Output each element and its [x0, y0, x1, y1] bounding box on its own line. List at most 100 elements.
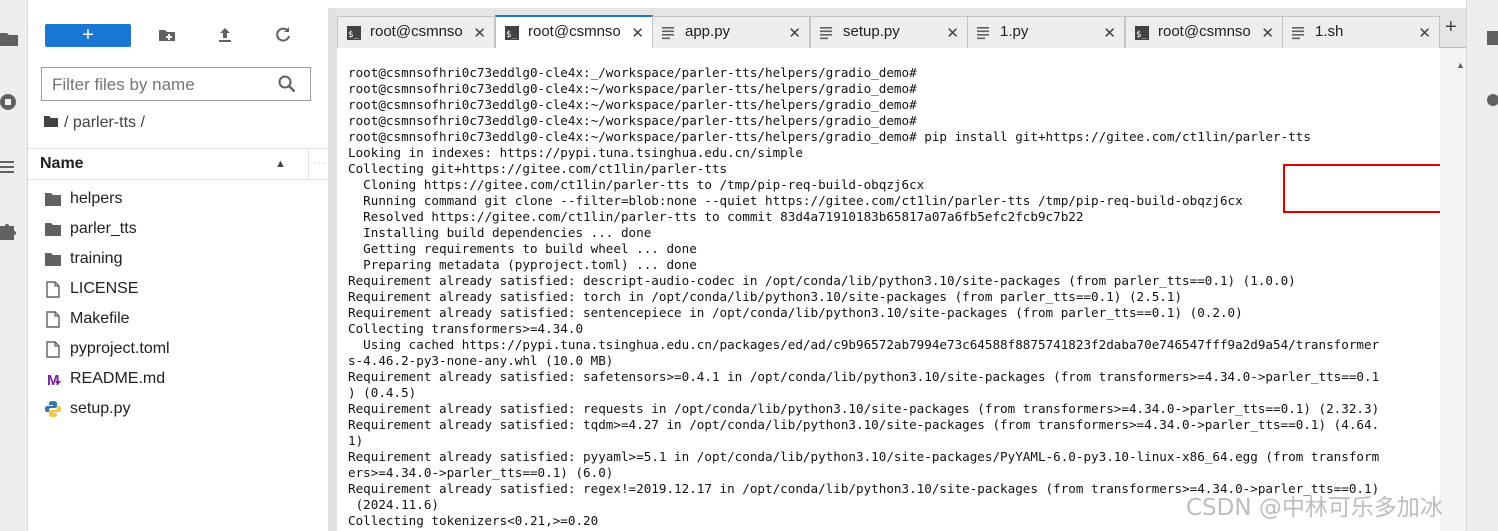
svg-text:$_: $_ [348, 30, 359, 40]
folder-icon [44, 220, 62, 238]
file-name: pyproject.toml [70, 340, 170, 357]
tab-4[interactable]: 1.py ✕ [967, 16, 1125, 48]
list-icon[interactable] [0, 158, 18, 178]
tab-3[interactable]: setup.py ✕ [810, 16, 968, 48]
extension-icon[interactable] [0, 222, 18, 242]
terminal-line: root@csmnsofhri0c73eddlg0-cle4x:~/worksp… [348, 97, 917, 112]
tab-0[interactable]: $_ root@csmnso ✕ [337, 16, 495, 48]
file-list-item[interactable]: M README.md [28, 364, 328, 394]
svg-text:$_: $_ [506, 30, 517, 40]
file-name: parler_tts [70, 220, 137, 237]
folder-icon[interactable] [0, 30, 18, 50]
highlight-box [1283, 164, 1440, 213]
svg-text:$_: $_ [1136, 30, 1147, 40]
tab-2[interactable]: app.py ✕ [652, 16, 810, 48]
file-list-item[interactable]: parler_tts [28, 214, 328, 244]
file-list-item[interactable]: training [28, 244, 328, 274]
file-list: helpers parler_tts training LICENSE Makefile… [28, 184, 328, 424]
sort-ascending-icon[interactable]: ▲ [275, 158, 286, 170]
tab-label: root@csmnso [528, 23, 621, 40]
file-name: Makefile [70, 310, 130, 327]
upload-icon[interactable] [216, 26, 234, 44]
file-name: training [70, 250, 123, 267]
terminal-line: Looking in indexes: https://pypi.tuna.ts… [348, 145, 803, 160]
file-list-item[interactable]: helpers [28, 184, 328, 214]
terminal-line: Requirement already satisfied: requests … [348, 401, 1380, 416]
terminal-line: root@csmnsofhri0c73eddlg0-cle4x:~/worksp… [348, 113, 917, 128]
tab-label: app.py [685, 23, 731, 40]
terminal-line: 1) [348, 433, 364, 448]
terminal-line: Requirement already satisfied: descript-… [348, 273, 1296, 288]
terminal-line: Cloning https://gitee.com/ct1lin/parler-… [348, 177, 925, 192]
running-icon[interactable] [0, 92, 18, 112]
watermark: CSDN @中林可乐多加冰 [1186, 495, 1443, 521]
folder-icon [44, 250, 62, 268]
file-browser: + / parler-tts / Name ▲ ··· helpers parle… [28, 8, 328, 531]
scroll-up-icon[interactable]: ▲ [1456, 60, 1465, 70]
terminal-line: root@csmnsofhri0c73eddlg0-cle4x:~/worksp… [348, 81, 917, 96]
column-more-icon[interactable]: ··· [308, 149, 329, 179]
file-list-item[interactable]: Makefile [28, 304, 328, 334]
file-name: setup.py [70, 400, 131, 417]
tab-label: root@csmnso [1158, 23, 1251, 40]
property-inspector-icon[interactable] [1487, 30, 1498, 51]
panel-divider[interactable] [328, 8, 337, 531]
file-list-item[interactable]: LICENSE [28, 274, 328, 304]
file-name: LICENSE [70, 280, 139, 297]
tab-label: root@csmnso [370, 23, 463, 40]
text-file-icon [820, 26, 834, 40]
terminal-line: Installing build dependencies ... done [348, 225, 652, 240]
close-icon[interactable]: ✕ [946, 24, 959, 42]
file-name: helpers [70, 190, 123, 207]
terminal-line: Resolved https://gitee.com/ct1lin/parler… [348, 209, 1084, 224]
terminal-line: Using cached https://pypi.tuna.tsinghua.… [348, 337, 1380, 352]
text-file-icon [1292, 26, 1306, 40]
terminal-scrollbar[interactable] [1440, 48, 1466, 531]
terminal-line: Collecting transformers>=4.34.0 [348, 321, 584, 336]
name-column-header[interactable]: Name [40, 155, 84, 173]
breadcrumb: / parler-tts / [44, 114, 145, 132]
refresh-icon[interactable] [274, 26, 292, 44]
terminal-line: root@csmnsofhri0c73eddlg0-cle4x:~/worksp… [348, 129, 1311, 144]
terminal-icon: $_ [505, 26, 519, 40]
terminal-icon: $_ [347, 26, 361, 40]
terminal-line: ers>=4.34.0->parler_tts==0.1) (6.0) [348, 465, 614, 480]
tab-1[interactable]: $_ root@csmnso ✕ [495, 15, 653, 48]
terminal-line: Preparing metadata (pyproject.toml) ... … [348, 257, 697, 272]
terminal-line: root@csmnsofhri0c73eddlg0-cle4x:_/worksp… [348, 65, 917, 80]
file-icon [44, 310, 62, 328]
terminal-icon: $_ [1135, 26, 1149, 40]
svg-text:M: M [47, 372, 60, 387]
terminal-line: Requirement already satisfied: sentencep… [348, 305, 1243, 320]
tab-6[interactable]: 1.sh ✕ [1282, 16, 1440, 48]
markdown-icon: M [44, 370, 62, 388]
close-icon[interactable]: ✕ [631, 24, 644, 42]
file-name: README.md [70, 370, 166, 387]
close-icon[interactable]: ✕ [788, 24, 801, 42]
breadcrumb-path[interactable]: / parler-tts / [64, 114, 145, 132]
file-icon [44, 340, 62, 358]
close-icon[interactable]: ✕ [1261, 24, 1274, 42]
debugger-icon[interactable] [1487, 92, 1498, 113]
add-tab-icon[interactable]: + [1445, 16, 1457, 39]
terminal-panel[interactable]: root@csmnsofhri0c73eddlg0-cle4x:_/worksp… [337, 48, 1440, 531]
text-file-icon [662, 26, 676, 40]
close-icon[interactable]: ✕ [1103, 24, 1116, 42]
terminal-line: Requirement already satisfied: torch in … [348, 289, 1183, 304]
file-list-item[interactable]: pyproject.toml [28, 334, 328, 364]
right-sidebar [1466, 0, 1498, 531]
terminal-line: ) (0.4.5) [348, 385, 417, 400]
new-launcher-button[interactable]: + [45, 24, 131, 47]
filter-box [41, 67, 311, 101]
python-icon [44, 400, 62, 418]
home-folder-icon[interactable] [44, 114, 58, 132]
tab-label: setup.py [843, 23, 900, 40]
filter-input[interactable] [50, 72, 279, 98]
tab-5[interactable]: $_ root@csmnso ✕ [1125, 16, 1283, 48]
terminal-line: Requirement already satisfied: pyyaml>=5… [348, 449, 1380, 464]
file-list-item[interactable]: setup.py [28, 394, 328, 424]
close-icon[interactable]: ✕ [1418, 24, 1431, 42]
close-icon[interactable]: ✕ [473, 24, 486, 42]
file-icon [44, 280, 62, 298]
new-folder-icon[interactable] [158, 26, 176, 44]
